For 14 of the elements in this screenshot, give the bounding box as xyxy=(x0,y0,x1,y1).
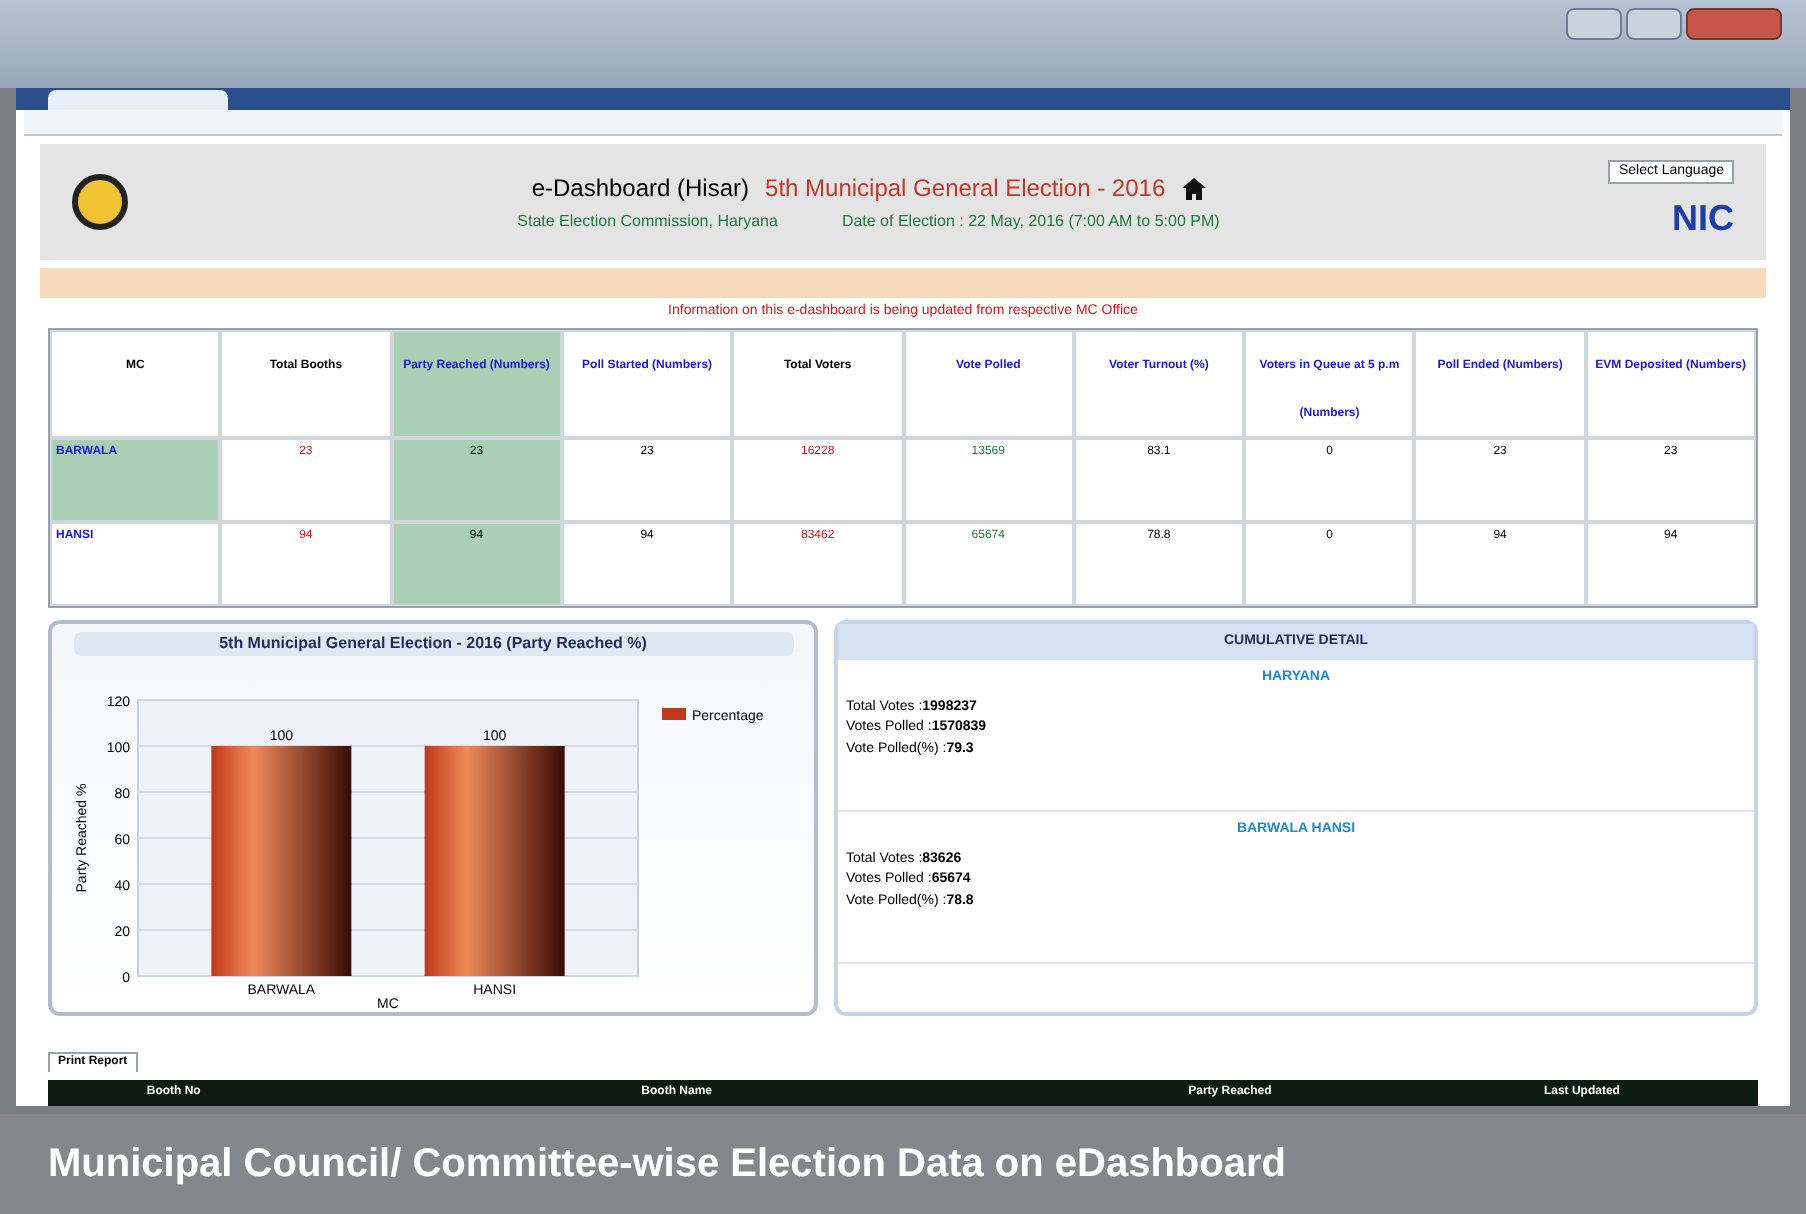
election-date: Date of Election : 22 May, 2016 (7:00 AM to 5:00 PM) xyxy=(841,210,1220,235)
nic-logo: NIC xyxy=(1672,196,1734,243)
home-icon[interactable] xyxy=(1181,177,1206,200)
election-title: 5th Municipal General Election - 2016 xyxy=(765,172,1166,207)
emblem-icon xyxy=(72,174,128,231)
legend-swatch xyxy=(662,707,686,720)
close-button[interactable] xyxy=(1686,8,1782,40)
address-bar[interactable] xyxy=(24,110,1782,137)
chart-title: 5th Municipal General Election - 2016 (Party Reached %) xyxy=(73,631,793,656)
dashboard-title: e-Dashboard (Hisar) xyxy=(531,172,750,207)
minimize-button[interactable] xyxy=(1566,8,1622,40)
commission-text: State Election Commission, Haryana xyxy=(517,210,778,235)
maximize-button[interactable] xyxy=(1626,8,1682,40)
caption-text: Municipal Council/ Committee-wise Election Data on eDashboard xyxy=(48,1140,1286,1190)
